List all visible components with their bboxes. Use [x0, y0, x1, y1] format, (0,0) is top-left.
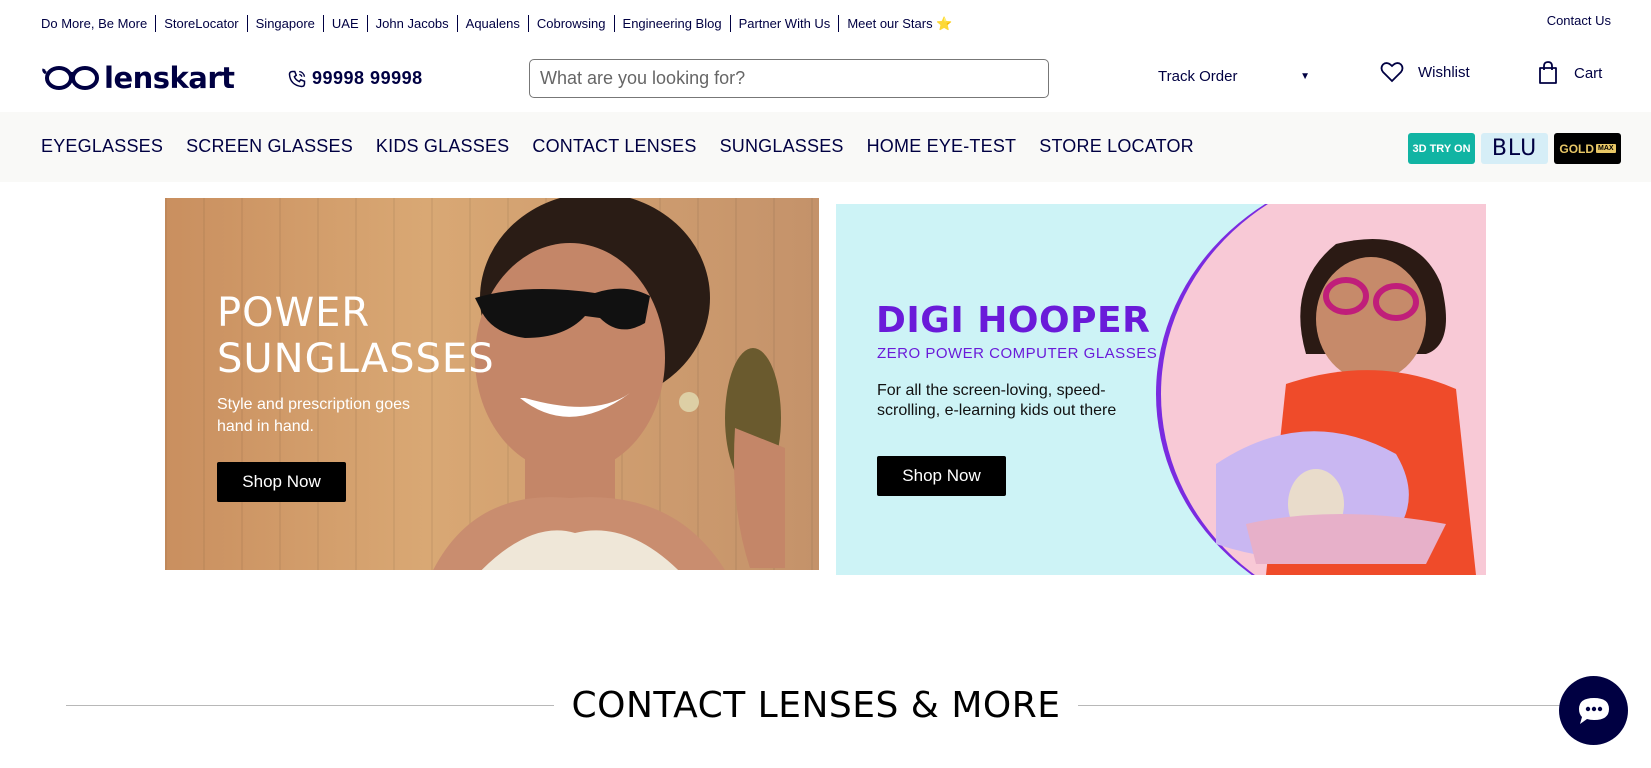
top-link-do-more[interactable]: Do More, Be More	[41, 15, 157, 32]
power-title-line1: POWER	[217, 290, 371, 336]
top-link-john-jacobs[interactable]: John Jacobs	[368, 15, 458, 32]
blu-badge[interactable]: BLU	[1481, 133, 1548, 164]
top-links: Do More, Be More StoreLocator Singapore …	[41, 15, 960, 32]
nav-kids-glasses[interactable]: KIDS GLASSES	[376, 136, 509, 157]
power-title-line2: SUNGLASSES	[217, 336, 495, 382]
top-link-partner[interactable]: Partner With Us	[731, 15, 840, 32]
digi-hooper-title: DIGI HOOPER	[876, 300, 1151, 341]
logo-glasses-icon	[42, 66, 99, 90]
shopping-bag-icon	[1539, 61, 1557, 84]
wishlist-label: Wishlist	[1418, 63, 1470, 81]
main-header: lenskart 99998 99998 Track Order ▼ Wishl…	[0, 46, 1651, 112]
phone-number[interactable]: 99998 99998	[288, 68, 423, 89]
contact-us-link[interactable]: Contact Us	[1547, 13, 1611, 28]
gold-max-badge[interactable]: GOLD MAX	[1554, 133, 1621, 164]
nav-sunglasses[interactable]: SUNGLASSES	[720, 136, 844, 157]
track-order-label: Track Order	[1158, 68, 1238, 85]
track-order-dropdown[interactable]: Track Order ▼	[1158, 68, 1310, 85]
top-utility-bar: Do More, Be More StoreLocator Singapore …	[0, 0, 1651, 46]
digi-hooper-banner[interactable]: DIGI HOOPER ZERO POWER COMPUTER GLASSES …	[836, 204, 1486, 575]
phone-icon	[288, 70, 306, 87]
phone-text: 99998 99998	[312, 68, 423, 88]
divider-line-right	[1078, 704, 1566, 706]
nav-items: EYEGLASSES SCREEN GLASSES KIDS GLASSES C…	[41, 136, 1217, 157]
wishlist-button[interactable]: Wishlist	[1380, 61, 1470, 83]
top-link-aqualens[interactable]: Aqualens	[458, 15, 529, 32]
nav-screen-glasses[interactable]: SCREEN GLASSES	[186, 136, 353, 157]
nav-home-eye-test[interactable]: HOME EYE-TEST	[867, 136, 1017, 157]
top-link-meet-stars[interactable]: Meet our Stars ⭐	[839, 15, 960, 32]
divider-line-left	[66, 704, 554, 706]
digi-hooper-desc-line2: scrolling, e-learning kids out there	[877, 402, 1117, 419]
nav-contact-lenses[interactable]: CONTACT LENSES	[532, 136, 696, 157]
max-label: MAX	[1596, 144, 1616, 153]
cart-label: Cart	[1574, 64, 1603, 82]
power-shop-now-button[interactable]: Shop Now	[217, 462, 346, 502]
chevron-down-icon: ▼	[1300, 71, 1310, 82]
cart-button[interactable]: Cart	[1538, 61, 1602, 85]
digi-hooper-shop-now-button[interactable]: Shop Now	[877, 456, 1006, 496]
woman-with-sunglasses-illustration	[433, 198, 785, 570]
top-link-uae[interactable]: UAE	[324, 15, 368, 32]
search-input[interactable]	[529, 59, 1049, 98]
nav-store-locator[interactable]: STORE LOCATOR	[1039, 136, 1194, 157]
category-nav: EYEGLASSES SCREEN GLASSES KIDS GLASSES C…	[0, 112, 1651, 182]
gold-label: GOLD	[1559, 141, 1595, 156]
digi-hooper-subtitle: ZERO POWER COMPUTER GLASSES	[877, 345, 1158, 362]
chat-button[interactable]	[1559, 676, 1628, 745]
section-title: CONTACT LENSES & MORE	[571, 684, 1061, 726]
3d-try-on-badge[interactable]: 3D TRY ON	[1408, 133, 1475, 164]
power-subtitle-line2: hand in hand.	[217, 418, 314, 435]
top-link-cobrowsing[interactable]: Cobrowsing	[529, 15, 615, 32]
kid-with-glasses-illustration	[1216, 239, 1476, 575]
power-subtitle-line1: Style and prescription goes	[217, 396, 410, 413]
top-link-singapore[interactable]: Singapore	[248, 15, 324, 32]
digi-hooper-desc-line1: For all the screen-loving, speed-	[877, 382, 1106, 399]
nav-eyeglasses[interactable]: EYEGLASSES	[41, 136, 163, 157]
heart-icon	[1380, 62, 1404, 83]
contact-lenses-section-heading: CONTACT LENSES & MORE	[66, 680, 1566, 730]
top-link-storelocator[interactable]: StoreLocator	[156, 15, 248, 32]
nav-badges: 3D TRY ON BLU GOLD MAX	[1408, 133, 1627, 164]
chat-bubble-icon	[1578, 697, 1609, 724]
top-link-engineering-blog[interactable]: Engineering Blog	[615, 15, 731, 32]
logo[interactable]: lenskart	[42, 61, 235, 95]
digi-hooper-description: For all the screen-loving, speed- scroll…	[877, 381, 1117, 421]
power-sunglasses-banner[interactable]: POWER SUNGLASSES Style and prescription …	[165, 198, 819, 570]
logo-text: lenskart	[104, 61, 235, 95]
